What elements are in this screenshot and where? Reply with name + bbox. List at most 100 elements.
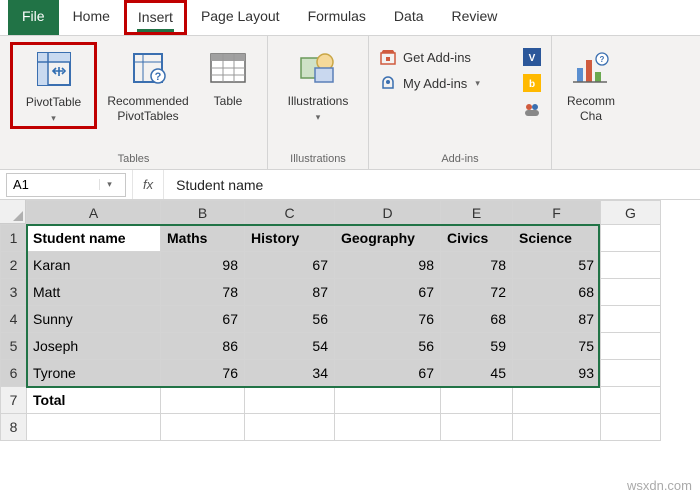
recommended-charts-button[interactable]: ? Recomm Cha	[562, 42, 620, 128]
cell[interactable]	[601, 252, 661, 279]
people-icon[interactable]	[523, 100, 541, 118]
cell[interactable]: Geography	[335, 225, 441, 252]
cell[interactable]	[601, 333, 661, 360]
cell[interactable]	[441, 387, 513, 414]
row-header[interactable]: 1	[1, 225, 27, 252]
cell[interactable]: 67	[335, 279, 441, 306]
tab-review[interactable]: Review	[438, 0, 512, 35]
cell[interactable]: 98	[161, 252, 245, 279]
cell[interactable]: 72	[441, 279, 513, 306]
cell[interactable]: Civics	[441, 225, 513, 252]
cell[interactable]	[27, 414, 161, 441]
cell[interactable]: Total	[27, 387, 161, 414]
row-header[interactable]: 4	[1, 306, 27, 333]
cell[interactable]	[601, 306, 661, 333]
tab-file[interactable]: File	[8, 0, 59, 35]
row-header[interactable]: 5	[1, 333, 27, 360]
col-header[interactable]: C	[245, 201, 335, 225]
cell[interactable]: 45	[441, 360, 513, 387]
my-addins-button[interactable]: My Add-ins ▾	[379, 74, 509, 92]
cell[interactable]	[161, 414, 245, 441]
cell[interactable]: 98	[335, 252, 441, 279]
row-header[interactable]: 7	[1, 387, 27, 414]
tab-formulas[interactable]: Formulas	[294, 0, 380, 35]
bing-icon[interactable]: b	[523, 74, 541, 92]
cell[interactable]: 87	[245, 279, 335, 306]
col-header[interactable]: E	[441, 201, 513, 225]
cell[interactable]: 57	[513, 252, 601, 279]
visio-icon[interactable]: V	[523, 48, 541, 66]
cell[interactable]: Student name	[27, 225, 161, 252]
cell[interactable]: Sunny	[27, 306, 161, 333]
tab-insert[interactable]: Insert	[124, 0, 187, 35]
recommended-pivot-button[interactable]: ? Recommended PivotTables	[103, 42, 193, 128]
table-row: 6 Tyrone 76 34 67 45 93	[1, 360, 661, 387]
cell[interactable]	[601, 279, 661, 306]
cell[interactable]: 67	[245, 252, 335, 279]
pivottable-button[interactable]: PivotTable ▾	[10, 42, 97, 129]
name-box[interactable]: ▾	[6, 173, 126, 197]
cell[interactable]	[601, 414, 661, 441]
cell[interactable]: 87	[513, 306, 601, 333]
cell[interactable]: 76	[335, 306, 441, 333]
tab-page-layout[interactable]: Page Layout	[187, 0, 294, 35]
cell[interactable]	[601, 360, 661, 387]
cell[interactable]: 34	[245, 360, 335, 387]
cell[interactable]: 59	[441, 333, 513, 360]
group-label-tables: Tables	[10, 150, 257, 169]
cell[interactable]: 67	[335, 360, 441, 387]
cell[interactable]: 56	[245, 306, 335, 333]
col-header[interactable]: B	[161, 201, 245, 225]
cell[interactable]: 68	[441, 306, 513, 333]
select-all-button[interactable]	[0, 200, 26, 224]
get-addins-button[interactable]: Get Add-ins	[379, 48, 509, 66]
cell[interactable]: 78	[441, 252, 513, 279]
cell[interactable]	[245, 414, 335, 441]
tab-home[interactable]: Home	[59, 0, 124, 35]
cell[interactable]: Science	[513, 225, 601, 252]
cell[interactable]	[335, 414, 441, 441]
cell[interactable]	[161, 387, 245, 414]
row-header[interactable]: 3	[1, 279, 27, 306]
table-button[interactable]: Table	[199, 42, 257, 113]
cell[interactable]: Karan	[27, 252, 161, 279]
pivottable-icon	[32, 47, 76, 91]
col-header[interactable]: F	[513, 201, 601, 225]
cell[interactable]: 68	[513, 279, 601, 306]
my-addins-label: My Add-ins	[403, 76, 467, 91]
cell[interactable]: 76	[161, 360, 245, 387]
cell[interactable]: Maths	[161, 225, 245, 252]
cell[interactable]: Joseph	[27, 333, 161, 360]
table-row: 2 Karan 98 67 98 78 57	[1, 252, 661, 279]
cell[interactable]: 93	[513, 360, 601, 387]
group-tables: PivotTable ▾ ? Recommended PivotTables	[0, 36, 268, 169]
row-header[interactable]: 6	[1, 360, 27, 387]
col-header[interactable]: D	[335, 201, 441, 225]
cell[interactable]: Matt	[27, 279, 161, 306]
tab-data[interactable]: Data	[380, 0, 438, 35]
cell[interactable]: 78	[161, 279, 245, 306]
cell[interactable]	[601, 387, 661, 414]
cell[interactable]: 54	[245, 333, 335, 360]
chevron-down-icon[interactable]: ▾	[99, 179, 119, 190]
cell[interactable]	[601, 225, 661, 252]
cell[interactable]: Tyrone	[27, 360, 161, 387]
illustrations-button[interactable]: Illustrations ▾	[278, 42, 358, 127]
cell[interactable]: 67	[161, 306, 245, 333]
cell[interactable]: 56	[335, 333, 441, 360]
col-header[interactable]: G	[601, 201, 661, 225]
cell[interactable]	[441, 414, 513, 441]
row-header[interactable]: 2	[1, 252, 27, 279]
cell[interactable]	[513, 414, 601, 441]
name-box-input[interactable]	[7, 175, 99, 194]
cell[interactable]	[245, 387, 335, 414]
fx-icon[interactable]: fx	[143, 177, 153, 192]
row-header[interactable]: 8	[1, 414, 27, 441]
cell[interactable]: 86	[161, 333, 245, 360]
formula-input[interactable]: Student name	[163, 170, 700, 199]
cell[interactable]	[335, 387, 441, 414]
cell[interactable]: History	[245, 225, 335, 252]
cell[interactable]	[513, 387, 601, 414]
cell[interactable]: 75	[513, 333, 601, 360]
col-header[interactable]: A	[27, 201, 161, 225]
